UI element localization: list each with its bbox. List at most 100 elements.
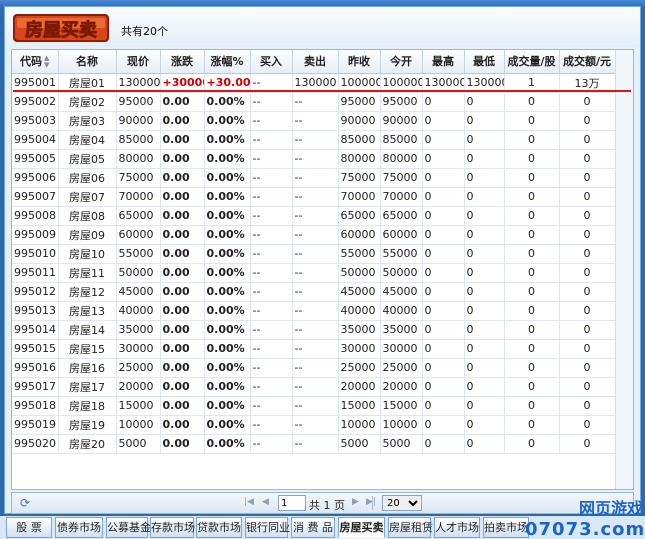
table-row[interactable]: 995014 房屋14 35000 0.00 0.00% -- -- 35000 35000 0 0… [12,320,616,340]
page-number-input[interactable] [278,495,306,511]
column-header[interactable]: 名称 [58,50,117,74]
table-cell: 35000 [116,320,161,340]
table-cell: -- [250,244,293,264]
next-page-icon[interactable]: ▶ [352,497,359,507]
table-cell: -- [292,187,339,207]
tab-market[interactable]: 银行同业 [245,517,290,538]
tab-market[interactable]: 房屋租赁 [388,517,433,538]
table-row[interactable]: 995017 房屋17 20000 0.00 0.00% -- -- 20000 20000 0 0… [12,377,616,397]
tab-market[interactable]: 拍卖市场 [483,517,529,538]
table-row[interactable]: 995019 房屋19 10000 0.00 0.00% -- -- 10000 10000 0 0… [12,415,616,435]
table-row[interactable]: 995004 房屋04 85000 0.00 0.00% -- -- 85000 85000 0 0… [12,130,616,150]
table-row[interactable]: 995009 房屋09 60000 0.00 0.00% -- -- 60000 60000 0 0… [12,225,616,245]
column-header[interactable]: 买入 [250,50,293,74]
column-header[interactable]: 最低 [464,50,505,74]
tab-market[interactable]: 贷款市场 [196,517,242,538]
table-row[interactable]: 995007 房屋07 70000 0.00 0.00% -- -- 70000 70000 0 0… [12,187,616,207]
table-row[interactable]: 995015 房屋15 30000 0.00 0.00% -- -- 30000 30000 0 0… [12,339,616,359]
table-cell: -- [250,301,293,321]
watermark-line2: 07073.com [525,519,645,539]
table-row[interactable]: 995002 房屋02 95000 0.00 0.00% -- -- 95000 95000 0 0… [12,92,616,112]
table-cell: 0.00 [160,263,205,283]
table-cell: 5000 [380,434,423,454]
tab-market[interactable]: 公募基金 [106,517,151,538]
column-header[interactable]: 最高 [422,50,465,74]
table-cell: 0 [422,244,465,264]
table-cell: 80000 [338,149,381,169]
table-row[interactable]: 995003 房屋03 90000 0.00 0.00% -- -- 90000 90000 0 0… [12,111,616,131]
table-cell: 房屋04 [58,130,117,150]
table-row[interactable]: 995020 房屋20 5000 0.00 0.00% -- -- 5000 5000 0 0 0 0 [12,434,616,454]
table-row[interactable]: 995013 房屋13 40000 0.00 0.00% -- -- 40000 40000 0 0… [12,301,616,321]
table-cell: 50000 [338,263,381,283]
table-cell: 0.00 [160,434,205,454]
table-cell: 0 [504,168,560,188]
table-cell: 0 [504,225,560,245]
column-header[interactable]: 现价 [116,50,161,74]
table-cell: 0 [504,206,560,226]
tab-market[interactable]: 股 票 [6,517,52,538]
table-cell: -- [292,244,339,264]
table-row[interactable]: 995011 房屋11 50000 0.00 0.00% -- -- 50000 50000 0 0… [12,263,616,283]
pager-divider [372,496,373,510]
table-row[interactable]: 995018 房屋18 15000 0.00 0.00% -- -- 15000 15000 0 0… [12,396,616,416]
tab-market[interactable]: 消 费 品 [291,517,335,538]
table-row[interactable]: 995006 房屋06 75000 0.00 0.00% -- -- 75000 75000 0 0… [12,168,616,188]
table-row[interactable]: 995016 房屋16 25000 0.00 0.00% -- -- 25000 25000 0 0… [12,358,616,378]
table-cell: 0 [464,187,505,207]
table-cell: 0.00 [160,130,205,150]
last-page-icon[interactable]: ▶| [366,497,376,507]
table-cell: -- [292,434,339,454]
table-cell: 20000 [116,377,161,397]
table-cell: -- [292,206,339,226]
svg-text:房屋买卖: 房屋买卖 [25,19,97,41]
column-header[interactable]: 涨跌 [160,50,205,74]
sort-arrows-icon[interactable]: ▲ ▼ [44,55,49,69]
table-cell: 0 [559,377,616,397]
first-page-icon[interactable]: |◀ [244,497,254,507]
column-header[interactable]: 今开 [380,50,423,74]
table-cell: -- [250,225,293,245]
table-row[interactable]: 995012 房屋12 45000 0.00 0.00% -- -- 45000 45000 0 0… [12,282,616,302]
table-cell: 30000 [380,339,423,359]
table-cell: 995003 [12,111,59,131]
tab-market[interactable]: 存款市场 [150,517,195,538]
table-cell: 70000 [380,187,423,207]
watermark-line1: 网页游戏 [578,499,643,518]
column-header[interactable]: 代码 ▲ ▼ [12,50,59,74]
table-cell: -- [292,225,339,245]
table-cell: 0.00 [160,377,205,397]
table-cell: 0 [422,187,465,207]
table-cell: 0 [464,225,505,245]
tab-market[interactable]: 房屋买卖 [338,517,385,538]
table-cell: 995018 [12,396,59,416]
table-cell: 75000 [116,168,161,188]
column-header[interactable]: 卖出 [292,50,339,74]
table-cell: 85000 [116,130,161,150]
table-cell: 80000 [380,149,423,169]
tab-market[interactable]: 债券市场 [55,517,103,538]
prev-page-icon[interactable]: ◀ [262,497,269,507]
page-size-select[interactable]: 20 [382,495,422,511]
table-cell: 0 [559,187,616,207]
table-cell: 0 [422,415,465,435]
table-row[interactable]: 995005 房屋05 80000 0.00 0.00% -- -- 80000 80000 0 0… [12,149,616,169]
table-cell: 0 [464,244,505,264]
vertical-scrollbar[interactable] [615,50,633,489]
column-header[interactable]: 成交额/元 [559,50,616,74]
table-cell: 0 [504,358,560,378]
table-cell: 房屋02 [58,92,117,112]
table-row[interactable]: 995008 房屋08 65000 0.00 0.00% -- -- 65000 65000 0 0… [12,206,616,226]
table-cell: 995009 [12,225,59,245]
table-cell: 0 [559,434,616,454]
table-row[interactable]: 995010 房屋10 55000 0.00 0.00% -- -- 55000 55000 0 0… [12,244,616,264]
column-header[interactable]: 成交量/股 [504,50,560,74]
table-cell: 995013 [12,301,59,321]
table-cell: -- [250,358,293,378]
table-cell: 0 [464,130,505,150]
refresh-icon[interactable]: ⟳ [20,496,30,510]
column-header[interactable]: 昨收 [338,50,381,74]
column-header[interactable]: 涨幅% [204,50,251,74]
selected-row-underline [13,90,631,92]
tab-market[interactable]: 人才市场 [434,517,480,538]
